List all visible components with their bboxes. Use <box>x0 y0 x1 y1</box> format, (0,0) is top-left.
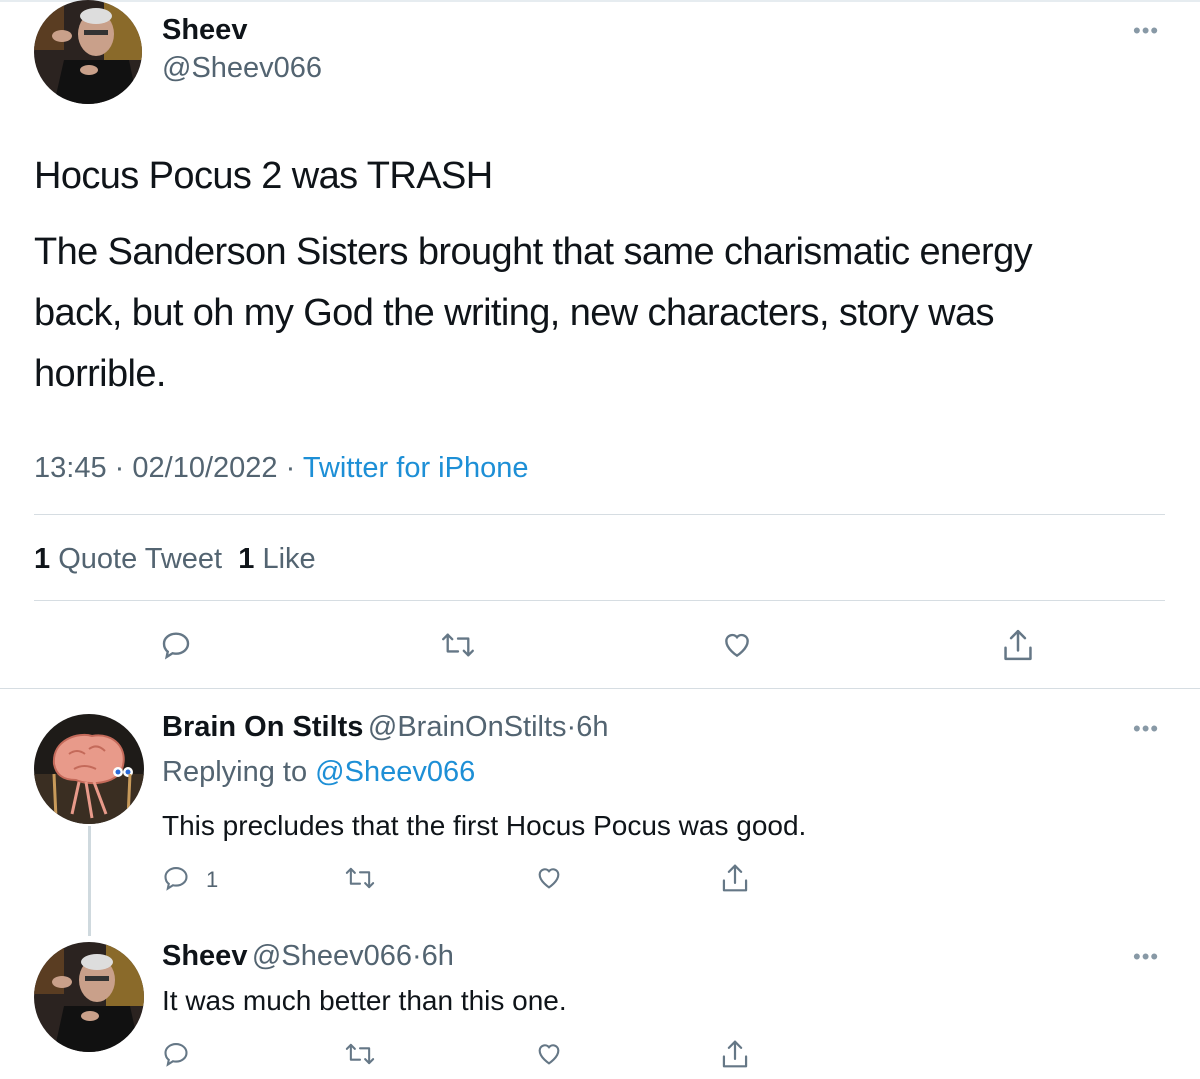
replying-to: Replying to @Sheev066 <box>162 756 475 789</box>
share-icon[interactable] <box>720 862 750 894</box>
reply-author-handle[interactable]: @Sheev066 <box>252 940 412 972</box>
reply-header: Brain On Stilts @BrainOnStilts·6h <box>162 711 608 744</box>
reply-author-name[interactable]: Sheev <box>162 940 247 972</box>
tweet-source-link[interactable]: Twitter for iPhone <box>303 452 529 484</box>
replying-to-label: Replying to <box>162 756 308 788</box>
like-stat[interactable]: 1 Like <box>238 543 315 575</box>
more-options-icon[interactable]: ••• <box>1133 718 1159 740</box>
avatar[interactable] <box>34 714 144 824</box>
reply-age[interactable]: 6h <box>576 711 608 743</box>
author-name[interactable]: Sheev <box>162 14 247 47</box>
meta-separator: · <box>114 452 125 484</box>
reply-text: This precludes that the first Hocus Pocu… <box>162 810 807 841</box>
replying-to-handle[interactable]: @Sheev066 <box>315 756 475 788</box>
tweet-meta: 13:45 · 02/10/2022 · Twitter for iPhone <box>34 452 528 485</box>
meta-separator: · <box>285 452 296 484</box>
top-border <box>0 0 1200 2</box>
author-handle[interactable]: @Sheev066 <box>162 52 322 85</box>
avatar[interactable] <box>34 0 142 104</box>
retweet-icon[interactable] <box>440 629 476 661</box>
retweet-icon[interactable] <box>344 864 376 892</box>
reply-text: It was much better than this one. <box>162 985 567 1016</box>
divider <box>34 514 1165 515</box>
retweet-icon[interactable] <box>344 1040 376 1068</box>
reply-header: Sheev @Sheev066·6h <box>162 940 454 973</box>
quote-tweet-stat[interactable]: 1 Quote Tweet <box>34 543 222 575</box>
like-icon[interactable] <box>720 629 754 661</box>
tweet-stats: 1 Quote Tweet 1 Like <box>34 543 316 576</box>
like-count: 1 <box>238 543 255 575</box>
meta-separator: · <box>411 940 422 972</box>
like-icon[interactable] <box>534 864 564 892</box>
divider <box>0 688 1200 689</box>
more-options-icon[interactable]: ••• <box>1133 946 1159 968</box>
thread-connector <box>88 826 91 936</box>
quote-count: 1 <box>34 543 51 575</box>
divider <box>34 600 1165 601</box>
tweet-body-line: back, but oh my God the writing, new cha… <box>34 292 995 334</box>
tweet-body-line: The Sanderson Sisters brought that same … <box>34 231 1033 273</box>
reply-icon[interactable] <box>162 1040 190 1068</box>
reply-icon[interactable] <box>162 864 190 892</box>
avatar[interactable] <box>34 942 144 1052</box>
reply-author-name[interactable]: Brain On Stilts <box>162 711 363 743</box>
reply-count: 1 <box>206 867 219 892</box>
share-icon[interactable] <box>720 1038 750 1070</box>
reply-age[interactable]: 6h <box>422 940 454 972</box>
reply-icon[interactable] <box>160 629 192 661</box>
more-options-icon[interactable]: ••• <box>1133 20 1159 42</box>
meta-separator: · <box>566 711 577 743</box>
tweet-date[interactable]: 02/10/2022 <box>132 452 277 484</box>
like-icon[interactable] <box>534 1040 564 1068</box>
tweet-body-line: horrible. <box>34 353 166 395</box>
tweet-time[interactable]: 13:45 <box>34 452 107 484</box>
tweet-headline: Hocus Pocus 2 was TRASH <box>34 155 493 197</box>
like-label: Like <box>262 543 316 575</box>
reply-author-handle[interactable]: @BrainOnStilts <box>368 711 567 743</box>
quote-label: Quote Tweet <box>58 543 223 575</box>
share-icon[interactable] <box>1001 627 1035 663</box>
